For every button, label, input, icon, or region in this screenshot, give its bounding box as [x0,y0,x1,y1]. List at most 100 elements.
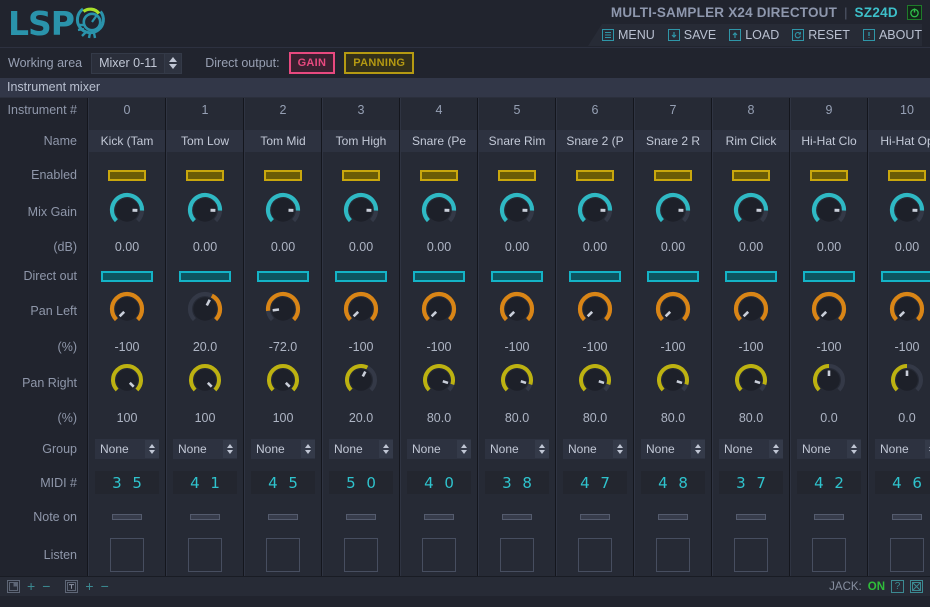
pan-left-knob[interactable] [265,291,301,332]
direct-out-toggle[interactable] [491,270,543,282]
pan-left-knob[interactable] [421,291,457,332]
chevron-updown-icon[interactable] [457,440,471,459]
mix-gain-knob[interactable] [421,192,457,233]
midi-number-field[interactable]: 4 7 [563,471,627,495]
mix-gain-knob[interactable] [109,192,145,233]
pan-left-knob[interactable] [187,291,223,332]
enabled-toggle[interactable] [576,169,614,181]
enabled-toggle[interactable] [420,169,458,181]
name-field[interactable]: Tom Low [167,129,243,152]
menu-button-menu[interactable]: MENU [601,28,655,42]
window-scale-plus-button[interactable]: + [27,579,35,593]
name-field[interactable]: Snare (Pe [401,129,477,152]
group-select[interactable]: None [173,439,237,460]
pan-left-knob[interactable] [655,291,691,332]
enabled-toggle[interactable] [732,169,770,181]
help-button[interactable]: ? [891,580,904,593]
mix-gain-knob[interactable] [499,192,535,233]
chevron-updown-icon[interactable] [925,440,930,459]
mix-gain-knob[interactable] [655,192,691,233]
listen-button[interactable] [578,538,612,573]
direct-out-toggle[interactable] [179,270,231,282]
listen-button[interactable] [188,538,222,573]
pan-right-knob[interactable] [734,363,768,402]
pan-right-knob[interactable] [812,363,846,402]
menu-button-about[interactable]: ABOUT [862,28,922,42]
pan-left-knob[interactable] [109,291,145,332]
font-scale-minus-button[interactable]: − [101,579,109,593]
name-field[interactable]: Snare 2 (P [557,129,633,152]
pan-right-knob[interactable] [578,363,612,402]
group-select[interactable]: None [563,439,627,460]
chevron-updown-icon[interactable] [691,440,705,459]
pan-left-knob[interactable] [499,291,535,332]
direct-output-gain-button[interactable]: GAIN [288,52,336,74]
group-select[interactable]: None [797,439,861,460]
direct-out-toggle[interactable] [569,270,621,282]
chevron-updown-icon[interactable] [535,440,549,459]
group-select[interactable]: None [95,439,159,460]
midi-number-field[interactable]: 4 6 [875,471,930,495]
group-select[interactable]: None [719,439,783,460]
chevron-updown-icon[interactable] [613,440,627,459]
mix-gain-knob[interactable] [343,192,379,233]
name-field[interactable]: Hi-Hat Clo [791,129,867,152]
direct-out-toggle[interactable] [413,270,465,282]
group-select[interactable]: None [485,439,549,460]
pan-left-knob[interactable] [889,291,925,332]
direct-out-toggle[interactable] [803,270,855,282]
listen-button[interactable] [110,538,144,573]
menu-button-reset[interactable]: RESET [792,28,850,42]
listen-button[interactable] [734,538,768,573]
listen-button[interactable] [344,538,378,573]
group-select[interactable]: None [407,439,471,460]
pan-left-knob[interactable] [811,291,847,332]
font-scale-plus-button[interactable]: + [85,579,93,593]
pan-right-knob[interactable] [110,363,144,402]
group-select[interactable]: None [329,439,393,460]
group-select[interactable]: None [251,439,315,460]
midi-number-field[interactable]: 4 5 [251,471,315,495]
pan-left-knob[interactable] [577,291,613,332]
pan-right-knob[interactable] [656,363,690,402]
name-field[interactable]: Rim Click [713,129,789,152]
midi-number-field[interactable]: 4 8 [641,471,705,495]
midi-number-field[interactable]: 4 1 [173,471,237,495]
chevron-updown-icon[interactable] [145,440,159,459]
pan-right-knob[interactable] [344,363,378,402]
enabled-toggle[interactable] [108,169,146,181]
name-field[interactable]: Tom High [323,129,399,152]
enabled-toggle[interactable] [186,169,224,181]
window-icon[interactable] [7,580,20,593]
midi-number-field[interactable]: 4 0 [407,471,471,495]
enabled-toggle[interactable] [654,169,692,181]
mix-gain-knob[interactable] [187,192,223,233]
midi-number-field[interactable]: 4 2 [797,471,861,495]
enabled-toggle[interactable] [810,169,848,181]
pan-right-knob[interactable] [890,363,924,402]
chevron-updown-icon[interactable] [301,440,315,459]
working-area-select[interactable]: Mixer 0-11 [91,52,183,74]
listen-button[interactable] [656,538,690,573]
midi-number-field[interactable]: 5 0 [329,471,393,495]
direct-out-toggle[interactable] [257,270,309,282]
listen-button[interactable] [812,538,846,573]
group-select[interactable]: None [875,439,930,460]
listen-button[interactable] [890,538,924,573]
font-icon[interactable] [65,580,79,593]
mix-gain-knob[interactable] [265,192,301,233]
mix-gain-knob[interactable] [811,192,847,233]
listen-button[interactable] [500,538,534,573]
pan-right-knob[interactable] [266,363,300,402]
mix-gain-knob[interactable] [889,192,925,233]
group-select[interactable]: None [641,439,705,460]
midi-number-field[interactable]: 3 7 [719,471,783,495]
menu-button-save[interactable]: SAVE [667,28,716,42]
resize-icon[interactable] [910,580,923,593]
mix-gain-knob[interactable] [733,192,769,233]
direct-output-panning-button[interactable]: PANNING [344,52,415,74]
listen-button[interactable] [422,538,456,573]
chevron-updown-icon[interactable] [164,53,182,73]
direct-out-toggle[interactable] [881,270,930,282]
pan-left-knob[interactable] [343,291,379,332]
